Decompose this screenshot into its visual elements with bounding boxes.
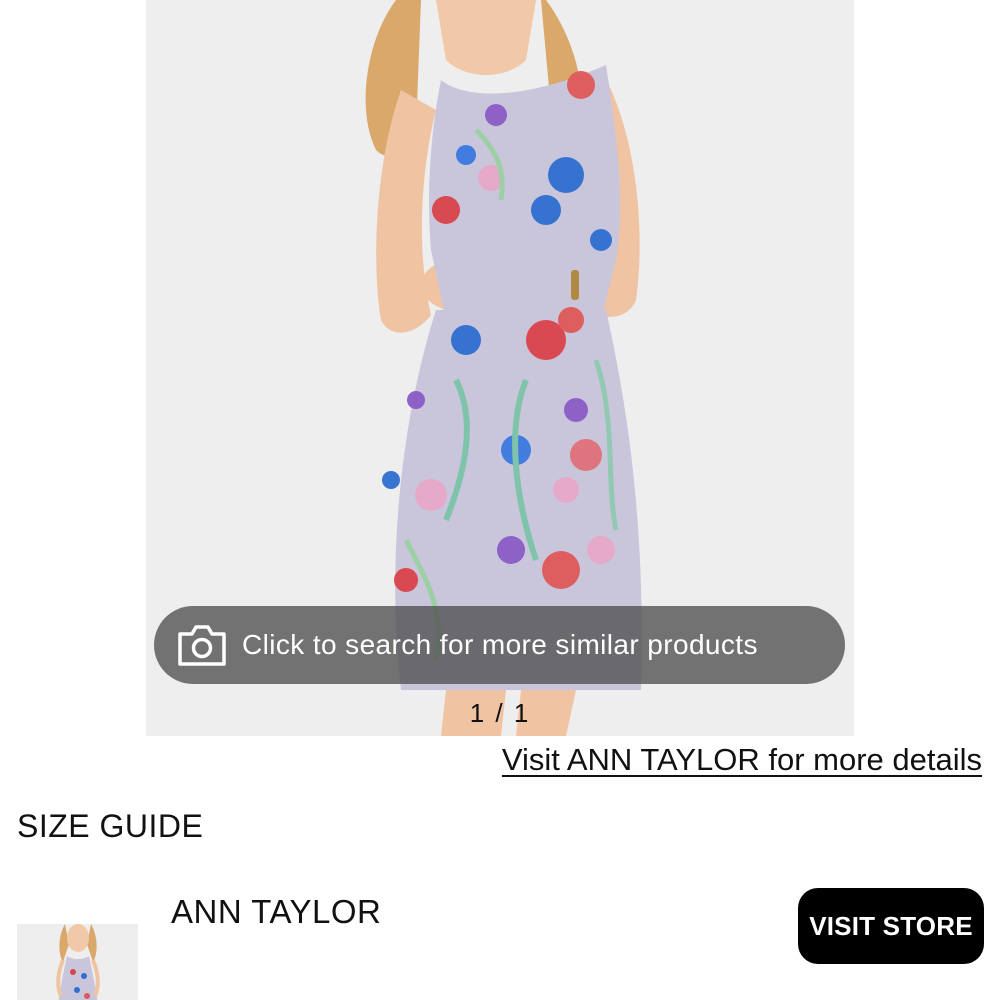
visual-search-button[interactable]: Click to search for more similar product… [154,606,845,684]
product-page: 1 / 1 Click to search for more similar p… [0,0,1000,1000]
camera-icon [178,625,226,666]
store-thumbnail[interactable] [17,924,138,1000]
visit-store-button[interactable]: VISIT STORE [798,888,984,964]
image-pager: 1 / 1 [469,698,531,728]
visit-brand-details-link[interactable]: Visit ANN TAYLOR for more details [502,742,982,778]
store-brand-name: ANN TAYLOR [171,893,382,930]
size-guide-link[interactable]: SIZE GUIDE [17,808,203,845]
visual-search-label: Click to search for more similar product… [242,629,758,660]
product-thumbnail-icon [17,924,138,1000]
